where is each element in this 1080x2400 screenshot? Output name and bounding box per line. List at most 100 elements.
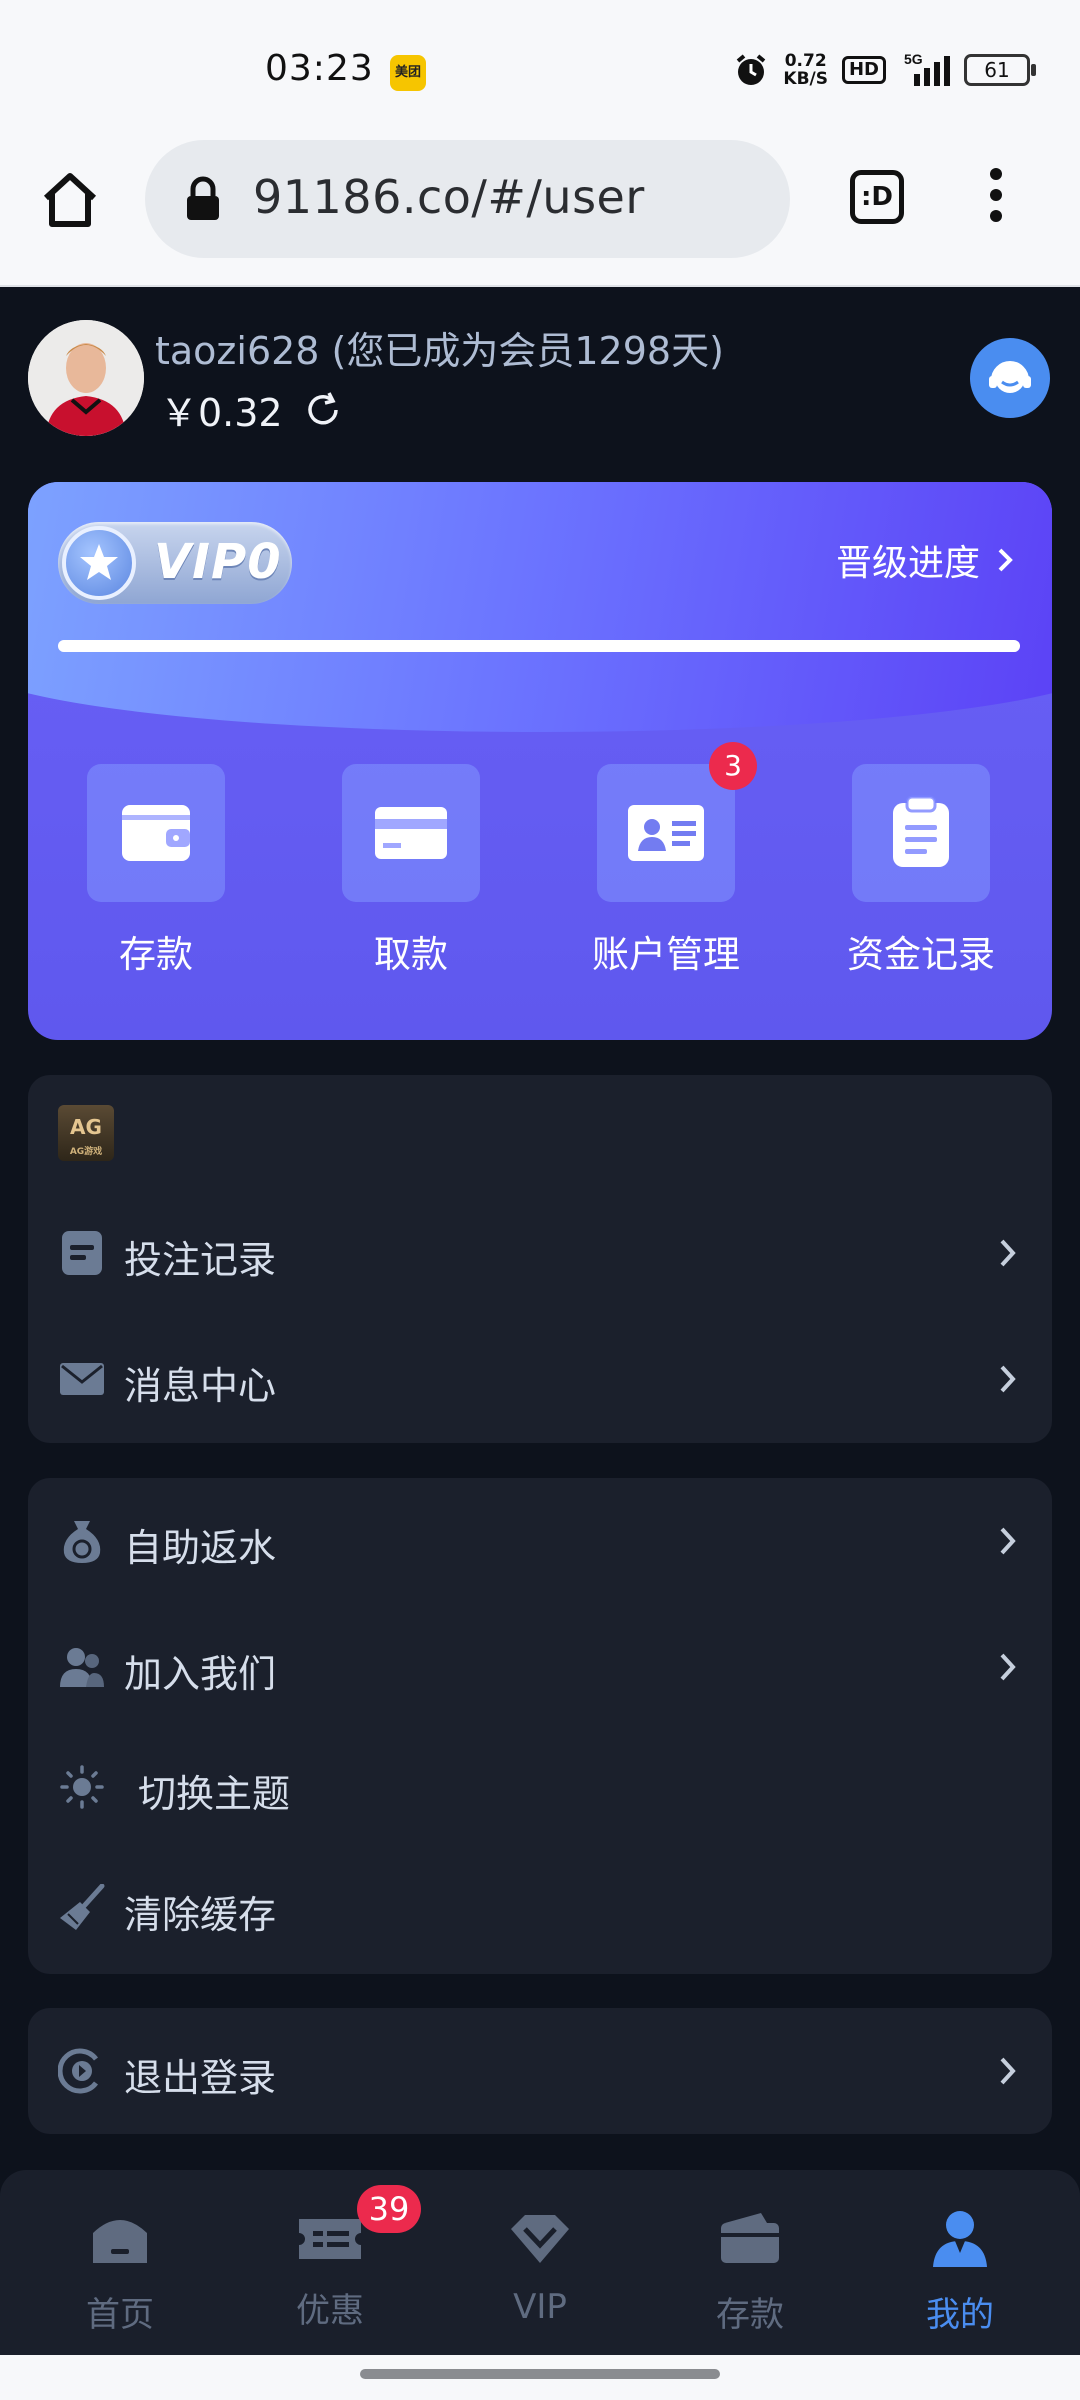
url-text[interactable]: 91186.co/#/user [253, 170, 645, 224]
signal-icon: 5G [904, 52, 950, 86]
nav-label: 优惠 [296, 2291, 364, 2331]
chevron-right-icon [1000, 1365, 1016, 1393]
avatar[interactable] [28, 320, 144, 436]
deposit-button[interactable]: 存款 [56, 764, 256, 978]
balance: ￥0.32 [160, 382, 343, 437]
menu-item-label: 清除缓存 [124, 1893, 277, 1937]
sun-icon [60, 1765, 104, 1809]
withdraw-icon-box [342, 764, 480, 902]
logout-icon [58, 2048, 98, 2094]
menu-item-clear-cache[interactable]: 清除缓存 [28, 1858, 1052, 1958]
battery-icon: 61 [964, 54, 1036, 86]
id-card-icon [628, 805, 704, 861]
home-icon[interactable] [40, 170, 100, 230]
refresh-icon[interactable] [303, 390, 343, 430]
overflow-menu-icon[interactable] [985, 168, 1007, 232]
broom-icon [60, 1884, 105, 1930]
alarm-icon [737, 54, 766, 85]
nav-home[interactable]: 首页 [40, 2205, 200, 2336]
menu-panel-records: AG AG游戏 投注记录 消息中心 [28, 1075, 1052, 1443]
diamond-icon [511, 2215, 569, 2263]
promotions-badge: 39 [357, 2185, 421, 2233]
account-icon-box: 3 [597, 742, 757, 902]
status-time: 03:23 [265, 48, 374, 89]
vip-progress-link[interactable]: 晋级进度 [836, 534, 1014, 586]
star-icon [62, 526, 136, 600]
nav-mine[interactable]: 我的 [880, 2205, 1040, 2336]
clipboard-icon [893, 795, 949, 867]
funds-record-label: 资金记录 [847, 933, 995, 976]
nav-label: 首页 [86, 2295, 154, 2335]
nav-vip[interactable]: VIP [460, 2205, 620, 2327]
lock-icon [187, 176, 219, 220]
status-icons: 0.72 KB/S HD 5G 61 [733, 48, 1036, 92]
chevron-right-icon [1000, 1239, 1016, 1267]
menu-item-bet-records[interactable]: 投注记录 [28, 1203, 1052, 1303]
nav-label: 存款 [716, 2295, 784, 2335]
deposit-label: 存款 [119, 933, 193, 976]
headset-icon [989, 361, 1031, 393]
funds-record-icon-box [852, 764, 990, 902]
nav-label: 我的 [926, 2295, 994, 2335]
mail-icon [60, 1363, 104, 1395]
menu-item-label: 消息中心 [124, 1364, 277, 1408]
deposit-icon-box [87, 764, 225, 902]
vip-progress-label: 晋级进度 [835, 543, 980, 584]
balance-amount: ￥0.32 [160, 391, 283, 435]
menu-item-label: 切换主题 [138, 1772, 291, 1816]
bet-record-icon [62, 1231, 102, 1275]
menu-item-join-us[interactable]: 加入我们 [28, 1617, 1052, 1717]
wallet-icon [122, 805, 190, 861]
menu-item-label: 投注记录 [124, 1238, 277, 1282]
account-management-label: 账户管理 [592, 933, 740, 976]
vip-progress-fill [58, 640, 1020, 652]
menu-item-self-rebate[interactable]: 自助返水 [28, 1491, 1052, 1591]
bottom-nav: 首页 39 优惠 VIP 存款 我的 [0, 2170, 1080, 2355]
gesture-bar-area [0, 2355, 1080, 2400]
menu-item-label: 加入我们 [124, 1652, 277, 1696]
vip-card: VIP0 晋级进度 存款 取款 3 账户管理 资金记录 [28, 482, 1052, 1040]
menu-item-label: 自助返水 [124, 1526, 277, 1570]
username: taozi628 (您已成为会员1298天) [155, 329, 724, 373]
hd-icon: HD [841, 56, 886, 84]
nav-deposit[interactable]: 存款 [670, 2205, 830, 2336]
wallet-icon [721, 2213, 779, 2263]
ticket-icon-wrap: 39 [297, 2185, 421, 2271]
browser-toolbar: 91186.co/#/user :D [0, 140, 1080, 287]
chevron-right-icon [998, 548, 1013, 572]
user-icon [933, 2211, 987, 2267]
menu-panel-logout: 退出登录 [28, 2008, 1052, 2134]
menu-panel-settings: 自助返水 加入我们 切换主题 清除缓存 [28, 1478, 1052, 1974]
avatar-image [28, 320, 144, 436]
card-icon [375, 807, 447, 859]
customer-service-button[interactable] [970, 338, 1050, 418]
money-bag-icon [63, 1521, 101, 1563]
ag-logo: AG AG游戏 [58, 1105, 114, 1161]
chevron-right-icon [1000, 1527, 1016, 1555]
net-speed: 0.72 KB/S [783, 51, 828, 89]
funds-record-button[interactable]: 资金记录 [821, 764, 1021, 978]
users-icon [60, 1648, 104, 1687]
url-bar[interactable]: 91186.co/#/user [145, 140, 790, 258]
ticket-icon [299, 2219, 361, 2259]
nav-promotions[interactable]: 39 优惠 [250, 2185, 421, 2332]
status-bar: 03:23 美团 0.72 KB/S HD 5G 61 [0, 0, 1080, 140]
account-notification-badge: 3 [709, 742, 757, 790]
menu-item-switch-theme[interactable]: 切换主题 [28, 1737, 1052, 1837]
chevron-right-icon [1000, 2057, 1016, 2085]
menu-item-label: 退出登录 [124, 2056, 277, 2100]
home-gesture-bar[interactable] [360, 2369, 720, 2379]
tabs-button[interactable]: :D [850, 170, 904, 224]
nav-label: VIP [513, 2287, 567, 2327]
meituan-app-icon: 美团 [390, 55, 426, 91]
menu-item-logout[interactable]: 退出登录 [28, 2021, 1052, 2121]
svg-text:5G: 5G [904, 52, 923, 67]
vip-progress-bar [58, 640, 1020, 652]
vip-level-text: VIP0 [154, 534, 282, 590]
account-management-button[interactable]: 3 账户管理 [566, 742, 766, 978]
vip-card-header-bg [28, 482, 1052, 732]
withdraw-button[interactable]: 取款 [311, 764, 511, 978]
home-icon [93, 2220, 147, 2263]
menu-item-message-center[interactable]: 消息中心 [28, 1329, 1052, 1429]
vip-level-badge: VIP0 [58, 522, 292, 604]
